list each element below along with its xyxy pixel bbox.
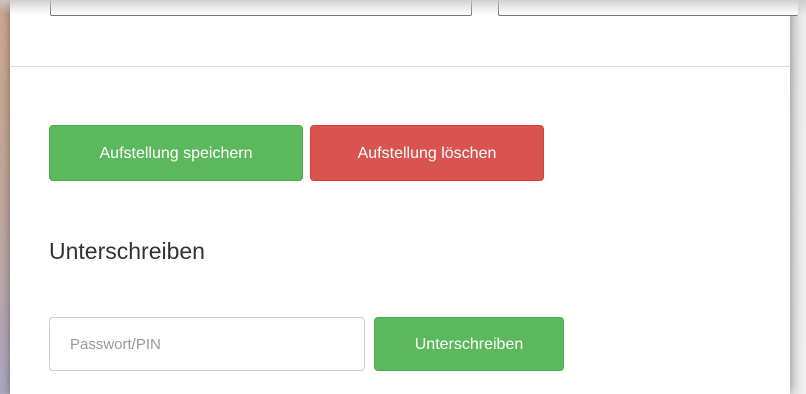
previous-field-right[interactable] <box>498 0 798 16</box>
save-lineup-button[interactable]: Aufstellung speichern <box>49 125 303 181</box>
previous-field-left[interactable] <box>50 0 472 16</box>
sign-button[interactable]: Unterschreiben <box>374 317 564 371</box>
form-panel: Aufstellung speichern Aufstellung lösche… <box>10 0 798 394</box>
sign-section-heading: Unterschreiben <box>49 238 205 264</box>
delete-lineup-button[interactable]: Aufstellung löschen <box>310 125 544 181</box>
password-pin-input[interactable] <box>49 317 365 371</box>
background-strip <box>0 0 10 394</box>
section-divider <box>10 66 790 67</box>
